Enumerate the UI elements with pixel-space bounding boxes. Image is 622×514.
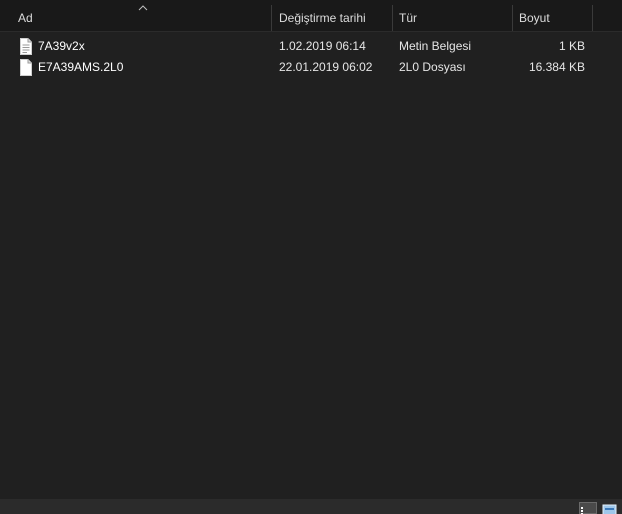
- status-bar: [0, 499, 622, 514]
- column-header-size[interactable]: Boyut: [513, 5, 591, 31]
- column-header-name[interactable]: Ad: [12, 5, 271, 31]
- large-icons-view-icon: [602, 504, 617, 514]
- file-date: 1.02.2019 06:14: [279, 39, 366, 53]
- column-header-bar: Ad Değiştirme tarihi Tür Boyut: [0, 5, 622, 32]
- large-icons-view-button[interactable]: [601, 502, 619, 514]
- file-size: 1 KB: [558, 39, 585, 53]
- generic-file-icon: [20, 59, 32, 76]
- file-type: 2L0 Dosyası: [399, 60, 466, 74]
- column-separator[interactable]: [271, 5, 272, 31]
- file-date: 22.01.2019 06:02: [279, 60, 373, 74]
- details-view-button[interactable]: [579, 502, 597, 514]
- file-type: Metin Belgesi: [399, 39, 472, 53]
- file-row[interactable]: 7A39v2x 1.02.2019 06:14 Metin Belgesi 1 …: [0, 36, 622, 57]
- details-view-icon: [581, 507, 595, 514]
- file-size: 16.384 KB: [528, 60, 585, 74]
- file-list: 7A39v2x 1.02.2019 06:14 Metin Belgesi 1 …: [0, 36, 622, 78]
- file-name[interactable]: E7A39AMS.2L0: [38, 57, 123, 78]
- file-name[interactable]: 7A39v2x: [38, 36, 85, 57]
- file-explorer-window: Ad Değiştirme tarihi Tür Boyut 7A39v2x 1…: [0, 0, 622, 514]
- text-file-icon: [20, 38, 32, 55]
- column-separator[interactable]: [592, 5, 593, 31]
- column-header-type[interactable]: Tür: [393, 5, 511, 31]
- file-row[interactable]: E7A39AMS.2L0 22.01.2019 06:02 2L0 Dosyas…: [0, 57, 622, 78]
- column-header-date[interactable]: Değiştirme tarihi: [273, 5, 391, 31]
